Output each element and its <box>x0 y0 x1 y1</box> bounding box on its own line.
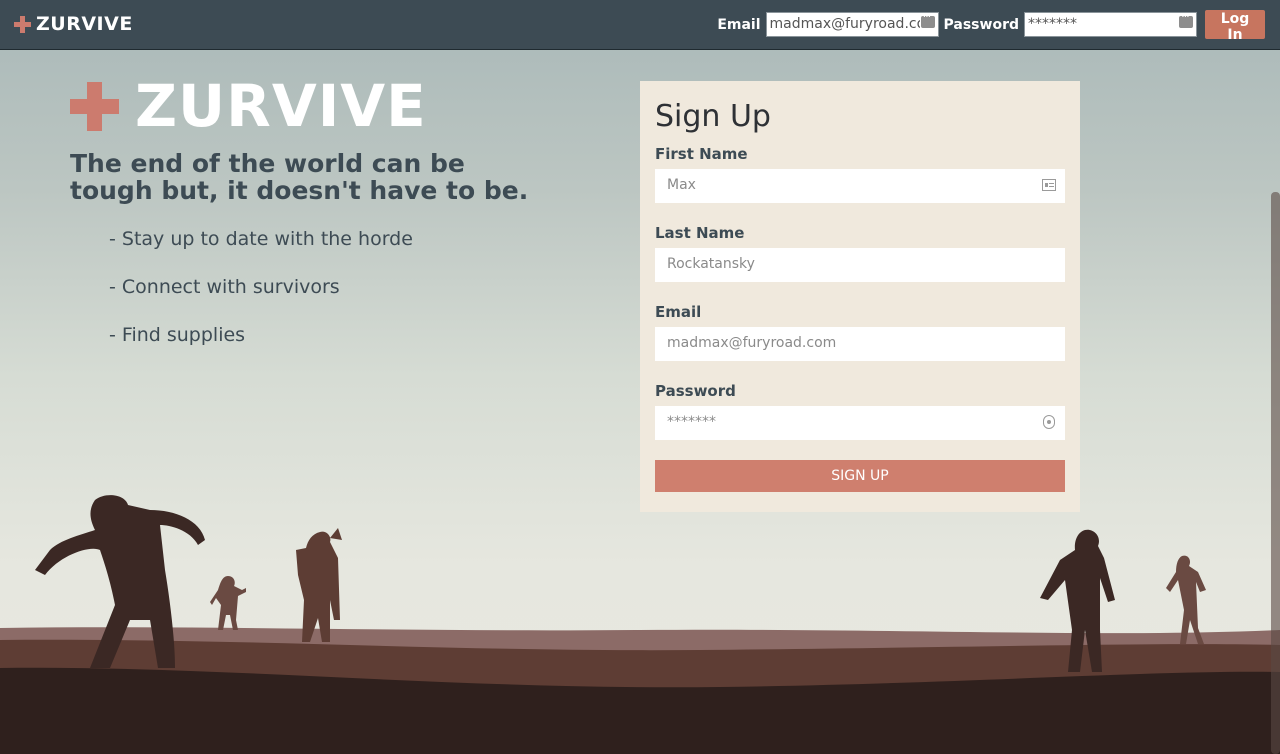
first-name-placeholder: Max <box>667 177 696 193</box>
nav-email-value: madmax@furyroad.com <box>769 16 920 32</box>
password-key-icon[interactable] <box>1179 10 1193 28</box>
page-scrollbar[interactable] <box>1271 192 1280 754</box>
nav-email-label: Email <box>717 16 761 33</box>
email-placeholder: madmax@furyroad.com <box>667 335 837 351</box>
email-label: Email <box>655 303 702 321</box>
password-input[interactable]: ******* <box>655 406 1065 440</box>
plus-logo-icon <box>14 15 31 33</box>
hero-tagline: The end of the world can be tough but, i… <box>70 149 529 205</box>
password-key-icon[interactable] <box>920 10 935 28</box>
nav-password-input[interactable]: ******* <box>1024 10 1197 37</box>
password-placeholder: ******* <box>667 414 716 430</box>
nav-password-value: ******* <box>1028 16 1077 32</box>
zombie-silhouette <box>1166 555 1206 644</box>
nav-login-form: Email madmax@furyroad.com Password *****… <box>717 10 1265 43</box>
first-name-input[interactable]: Max <box>655 169 1065 203</box>
login-button[interactable]: Log In <box>1205 10 1265 43</box>
last-name-label: Last Name <box>655 224 745 242</box>
nav-logo[interactable]: ZURVIVE <box>14 11 133 37</box>
signup-card: Sign Up First Name Max Last Name Rockata… <box>640 81 1080 512</box>
last-name-placeholder: Rockatansky <box>667 256 755 272</box>
feature-item: - Stay up to date with the horde <box>109 228 413 250</box>
nav-password-label: Password <box>943 16 1019 33</box>
feature-list: - Stay up to date with the horde - Conne… <box>109 228 413 372</box>
hero-logo: ZURVIVE <box>70 72 427 140</box>
nav-email-input[interactable]: madmax@furyroad.com <box>765 10 939 37</box>
contact-card-icon[interactable] <box>1042 179 1056 191</box>
email-input[interactable]: madmax@furyroad.com <box>655 327 1065 361</box>
nav-brand: ZURVIVE <box>36 13 133 35</box>
feature-item: - Connect with survivors <box>109 276 340 298</box>
first-name-label: First Name <box>655 145 748 163</box>
signup-title: Sign Up <box>655 99 771 134</box>
zombie-landscape <box>0 495 1280 754</box>
feature-item: - Find supplies <box>109 324 246 346</box>
password-lock-icon[interactable] <box>1043 415 1055 429</box>
zombie-silhouette <box>296 528 342 642</box>
hero-brand: ZURVIVE <box>135 72 427 140</box>
top-navbar: ZURVIVE Email madmax@furyroad.com Passwo… <box>0 0 1280 50</box>
zombie-silhouette <box>210 576 246 630</box>
plus-logo-icon <box>70 81 119 131</box>
password-label: Password <box>655 382 736 400</box>
last-name-input[interactable]: Rockatansky <box>655 248 1065 282</box>
